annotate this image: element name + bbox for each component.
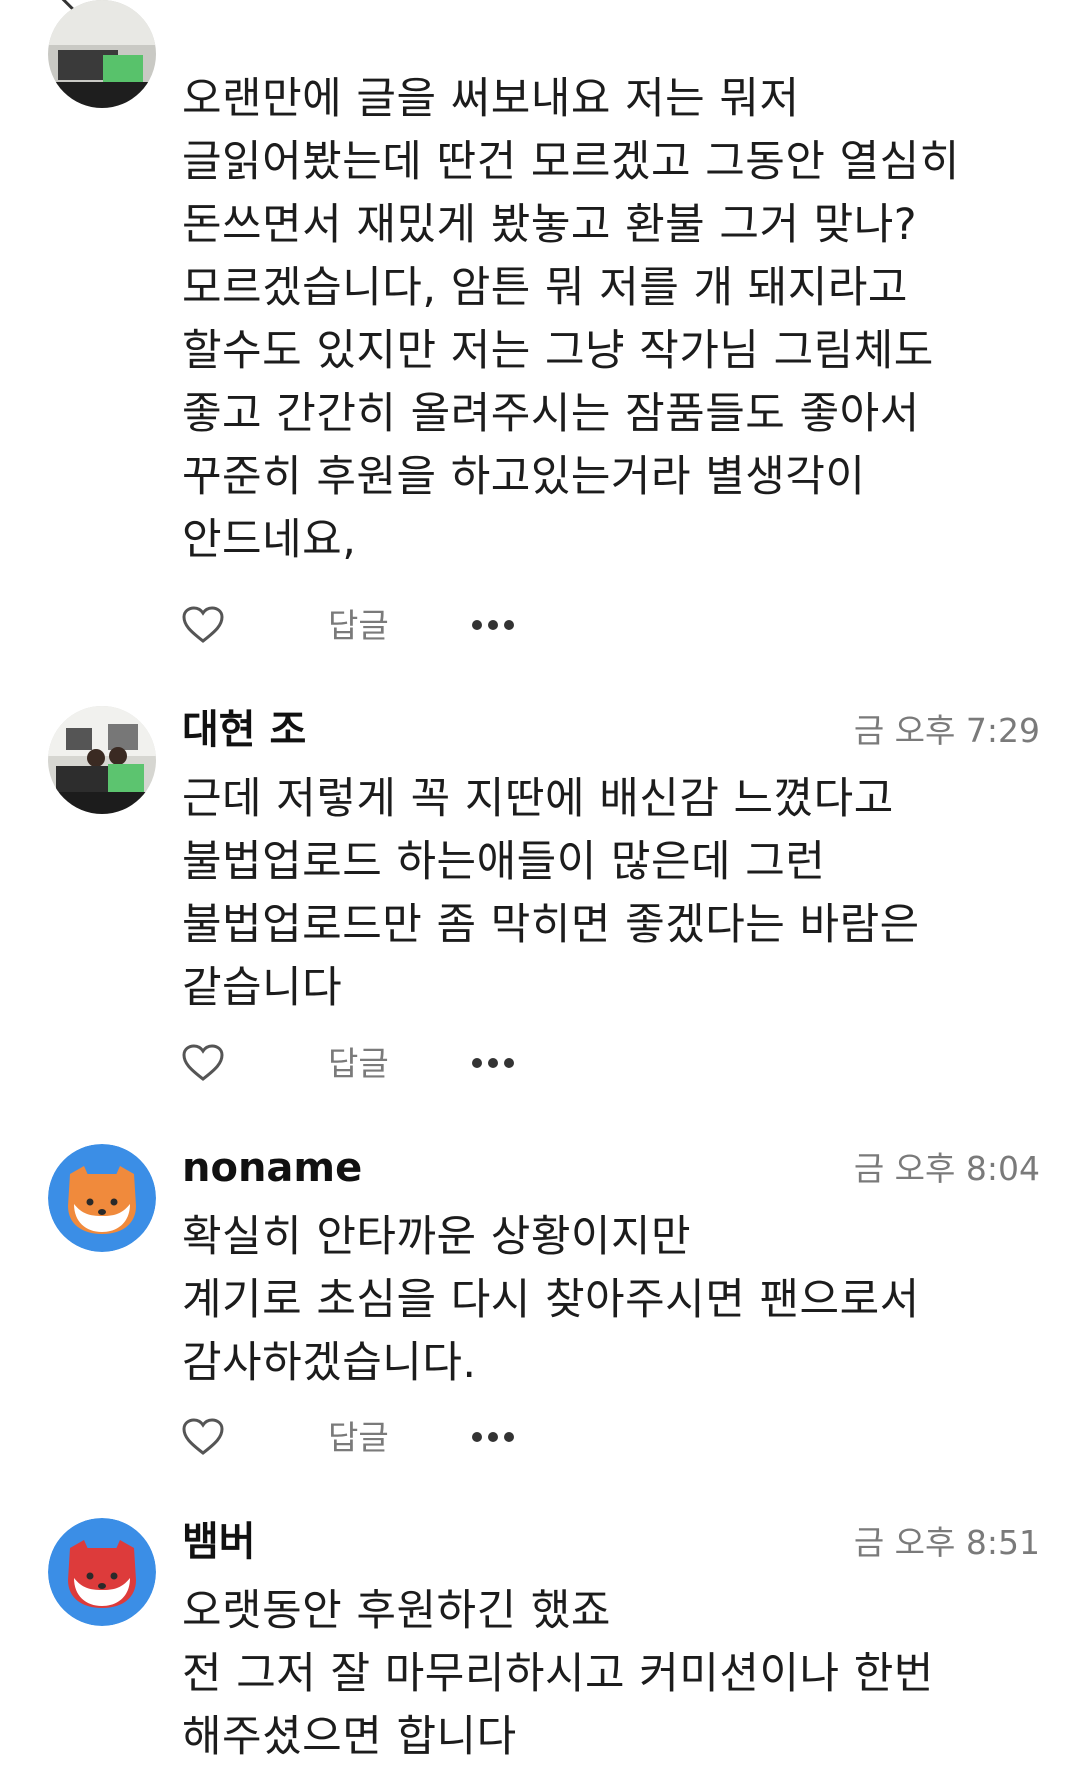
author-name[interactable]: 대현 조 xyxy=(182,702,306,758)
comment-body: 확실히 안타까운 상황이지만 계기로 초심을 다시 찾아주시면 팬으로서 감사하… xyxy=(182,1206,1042,1395)
comment-line: 불법업로드만 좀 막히면 좋겠다는 바람은 xyxy=(182,900,920,950)
comment-actions: 답글 xyxy=(180,600,540,650)
comment-line: 돈쓰면서 재밌게 봤놓고 환불 그거 맞나? xyxy=(182,200,918,250)
comment-line: 같습니다 xyxy=(182,963,343,1013)
comment-list-page: 오랜만에 글을 써보내요 저는 뭐저 글읽어봤는데 딴건 모르겠고 그동안 열심… xyxy=(0,0,1080,1782)
comment-line: 감사하겠습니다. xyxy=(182,1338,477,1388)
more-dots-icon[interactable] xyxy=(472,620,516,630)
heart-icon[interactable] xyxy=(182,1418,224,1456)
heart-icon[interactable] xyxy=(182,1044,224,1082)
comment-header: 대현 조 금 오후 7:29 xyxy=(182,702,1040,758)
comment-body: 근데 저렇게 꼭 지딴에 배신감 느꼈다고 불법업로드 하는애들이 많은데 그런… xyxy=(182,768,1042,1020)
comment-line: 오랫동안 후원하긴 했죠 xyxy=(182,1586,611,1636)
reply-button[interactable]: 답글 xyxy=(328,1416,389,1460)
heart-icon[interactable] xyxy=(182,606,224,644)
comment-time: 금 오후 7:29 xyxy=(853,711,1040,750)
comment-header: 뱀버 금 오후 8:51 xyxy=(182,1514,1040,1570)
reply-button[interactable]: 답글 xyxy=(328,1042,389,1086)
comment-time: 금 오후 8:51 xyxy=(853,1523,1040,1562)
author-name[interactable]: noname xyxy=(182,1140,362,1196)
comment-line: 근데 저렇게 꼭 지딴에 배신감 느꼈다고 xyxy=(182,774,894,824)
comment-actions: 답글 xyxy=(180,1038,540,1088)
comment-body: 오랜만에 글을 써보내요 저는 뭐저 글읽어봤는데 딴건 모르겠고 그동안 열심… xyxy=(182,68,1042,572)
comment-line: 할수도 있지만 저는 그냥 작가님 그림체도 xyxy=(182,326,934,376)
comment-line: 해주셨으면 합니다 xyxy=(182,1712,517,1762)
comment-actions: 답글 xyxy=(180,1412,540,1462)
comment-line: 계기로 초심을 다시 찾아주시면 팬으로서 xyxy=(182,1275,920,1325)
red-fox-avatar-icon[interactable] xyxy=(48,1518,156,1626)
reply-button[interactable]: 답글 xyxy=(328,604,389,648)
author-name[interactable]: 뱀버 xyxy=(182,1514,256,1570)
comment-line: 확실히 안타까운 상황이지만 xyxy=(182,1212,692,1262)
comment-line: 오랜만에 글을 써보내요 저는 뭐저 xyxy=(182,74,800,124)
photo-avatar-icon[interactable] xyxy=(48,0,156,108)
photo-avatar-icon[interactable] xyxy=(48,706,156,814)
comment-time: 금 오후 8:04 xyxy=(853,1149,1040,1188)
comment-line: 글읽어봤는데 딴건 모르겠고 그동안 열심히 xyxy=(182,137,960,187)
comment-line: 꾸준히 후원을 하고있는거라 별생각이 xyxy=(182,452,866,502)
comment-header: noname 금 오후 8:04 xyxy=(182,1140,1040,1196)
comment-line: 모르겠습니다, 암튼 뭐 저를 개 돼지라고 xyxy=(182,263,908,313)
comment-line: 전 그저 잘 마무리하시고 커미션이나 한번 xyxy=(182,1649,934,1699)
orange-fox-avatar-icon[interactable] xyxy=(48,1144,156,1252)
comment-line: 좋고 간간히 올려주시는 잠품들도 좋아서 xyxy=(182,389,920,439)
more-dots-icon[interactable] xyxy=(472,1058,516,1068)
comment-line: 안드네요, xyxy=(182,515,357,565)
comment-line: 불법업로드 하는애들이 많은데 그런 xyxy=(182,837,826,887)
comment-body: 오랫동안 후원하긴 했죠 전 그저 잘 마무리하시고 커미션이나 한번 해주셨으… xyxy=(182,1580,1042,1769)
more-dots-icon[interactable] xyxy=(472,1432,516,1442)
